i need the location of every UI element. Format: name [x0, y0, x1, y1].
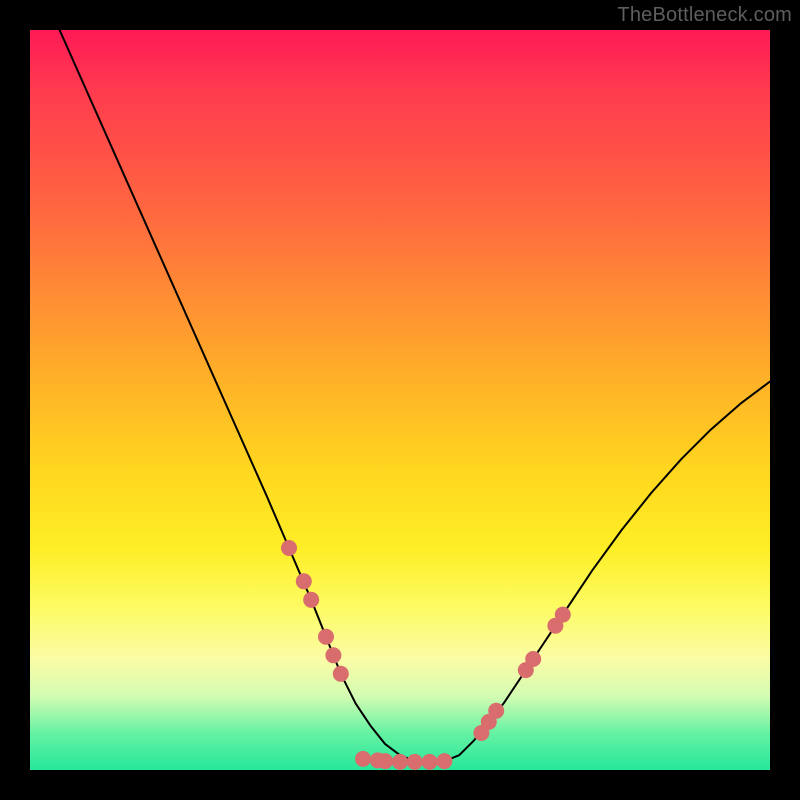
data-point	[333, 666, 349, 682]
watermark-text: TheBottleneck.com	[617, 4, 792, 27]
data-point	[325, 647, 341, 663]
data-point	[377, 753, 393, 769]
data-point	[355, 751, 371, 767]
data-point	[281, 540, 297, 556]
chart-svg	[30, 30, 770, 770]
curve-path	[60, 30, 770, 763]
data-point	[422, 754, 438, 770]
data-point	[488, 703, 504, 719]
data-point	[318, 629, 334, 645]
data-point	[296, 573, 312, 589]
chart-frame: TheBottleneck.com	[0, 0, 800, 800]
data-point	[407, 754, 423, 770]
data-point	[303, 592, 319, 608]
data-point	[392, 754, 408, 770]
plot-area	[30, 30, 770, 770]
data-point	[436, 753, 452, 769]
data-point	[555, 607, 571, 623]
data-point	[525, 651, 541, 667]
